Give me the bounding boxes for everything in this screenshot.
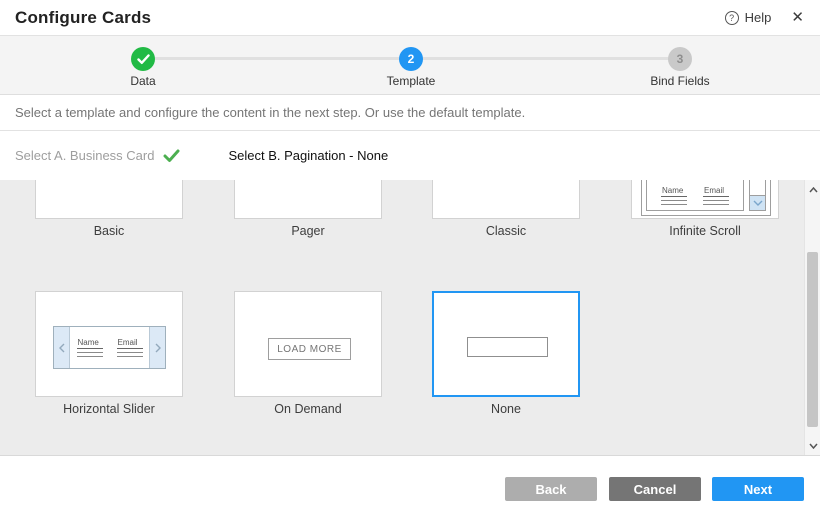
scroll-up-button[interactable]	[805, 182, 820, 198]
select-b-pagination[interactable]: Select B. Pagination - None	[228, 148, 388, 163]
email-field-label: Email	[703, 186, 729, 197]
stepper: Data 2 Template 3 Bind Fields	[0, 36, 820, 95]
template-grid: Basic Pager Classic Name Email Inf	[0, 180, 820, 456]
template-card-none[interactable]	[432, 291, 580, 397]
name-field-preview: Name	[77, 338, 103, 357]
page-title: Configure Cards	[15, 8, 151, 28]
step-bind-fields-number: 3	[677, 52, 684, 66]
selection-row: Select A. Business Card Select B. Pagina…	[0, 131, 820, 180]
chevron-down-icon	[809, 443, 818, 449]
template-label-basic: Basic	[35, 224, 183, 238]
infinite-scroll-preview: Name Email	[641, 180, 771, 216]
back-button[interactable]: Back	[505, 477, 597, 501]
template-card-infinite-scroll[interactable]: Name Email	[631, 180, 779, 219]
next-button[interactable]: Next	[712, 477, 804, 501]
scroll-down-button[interactable]	[805, 438, 820, 454]
email-field-preview: Email	[117, 338, 143, 357]
step-data-circle[interactable]	[131, 47, 155, 71]
template-label-on-demand: On Demand	[234, 402, 382, 416]
field-lines	[661, 200, 687, 205]
check-icon	[163, 149, 180, 163]
step-template-number: 2	[408, 52, 415, 66]
instruction-row: Select a template and configure the cont…	[0, 95, 820, 131]
step-template-label: Template	[387, 74, 436, 88]
footer: Back Cancel Next	[0, 456, 820, 516]
step-bind-fields-label: Bind Fields	[650, 74, 709, 88]
template-card-horizontal-slider[interactable]: Name Email	[35, 291, 183, 397]
field-lines	[117, 352, 143, 357]
close-icon[interactable]: ✕	[791, 10, 804, 25]
scrollbar[interactable]	[804, 180, 820, 456]
chevron-down-icon	[750, 195, 765, 210]
field-lines	[77, 352, 103, 357]
chevron-left-icon	[54, 327, 70, 368]
step-template-circle[interactable]: 2	[399, 47, 423, 71]
template-label-infinite-scroll: Infinite Scroll	[631, 224, 779, 238]
infinite-scroll-rail	[749, 180, 766, 211]
step-data-label: Data	[130, 74, 155, 88]
help-button[interactable]: ? Help	[725, 10, 772, 25]
cancel-button[interactable]: Cancel	[609, 477, 701, 501]
template-label-none: None	[432, 402, 580, 416]
horizontal-slider-preview: Name Email	[53, 326, 166, 369]
help-icon: ?	[725, 11, 739, 25]
field-lines	[703, 200, 729, 205]
check-icon	[137, 54, 150, 65]
configure-cards-dialog: { "header": { "title": "Configure Cards"…	[0, 0, 820, 516]
name-field-label: Name	[661, 186, 687, 197]
slider-card-preview: Name Email	[70, 327, 149, 368]
step-bind-fields-circle[interactable]: 3	[668, 47, 692, 71]
chevron-up-icon	[809, 187, 818, 193]
name-field-preview: Name	[661, 186, 687, 205]
help-label: Help	[745, 10, 772, 25]
instruction-text: Select a template and configure the cont…	[15, 105, 525, 120]
scroll-thumb[interactable]	[807, 252, 818, 427]
template-card-classic[interactable]	[432, 180, 580, 219]
select-a-label: Select A. Business Card	[15, 148, 154, 163]
infinite-scroll-card-preview: Name Email	[646, 180, 744, 211]
template-label-pager: Pager	[234, 224, 382, 238]
template-label-horizontal-slider: Horizontal Slider	[35, 402, 183, 416]
email-field-preview: Email	[703, 186, 729, 205]
title-bar: Configure Cards ? Help ✕	[0, 0, 820, 36]
template-card-pager[interactable]	[234, 180, 382, 219]
template-card-on-demand[interactable]: LOAD MORE	[234, 291, 382, 397]
template-label-classic: Classic	[432, 224, 580, 238]
select-a-business-card[interactable]: Select A. Business Card	[15, 148, 180, 163]
chevron-right-icon	[149, 327, 165, 368]
name-field-label: Name	[77, 338, 103, 349]
load-more-button-preview: LOAD MORE	[268, 338, 351, 360]
template-card-basic[interactable]	[35, 180, 183, 219]
email-field-label: Email	[117, 338, 143, 349]
none-placeholder-box	[467, 337, 548, 357]
